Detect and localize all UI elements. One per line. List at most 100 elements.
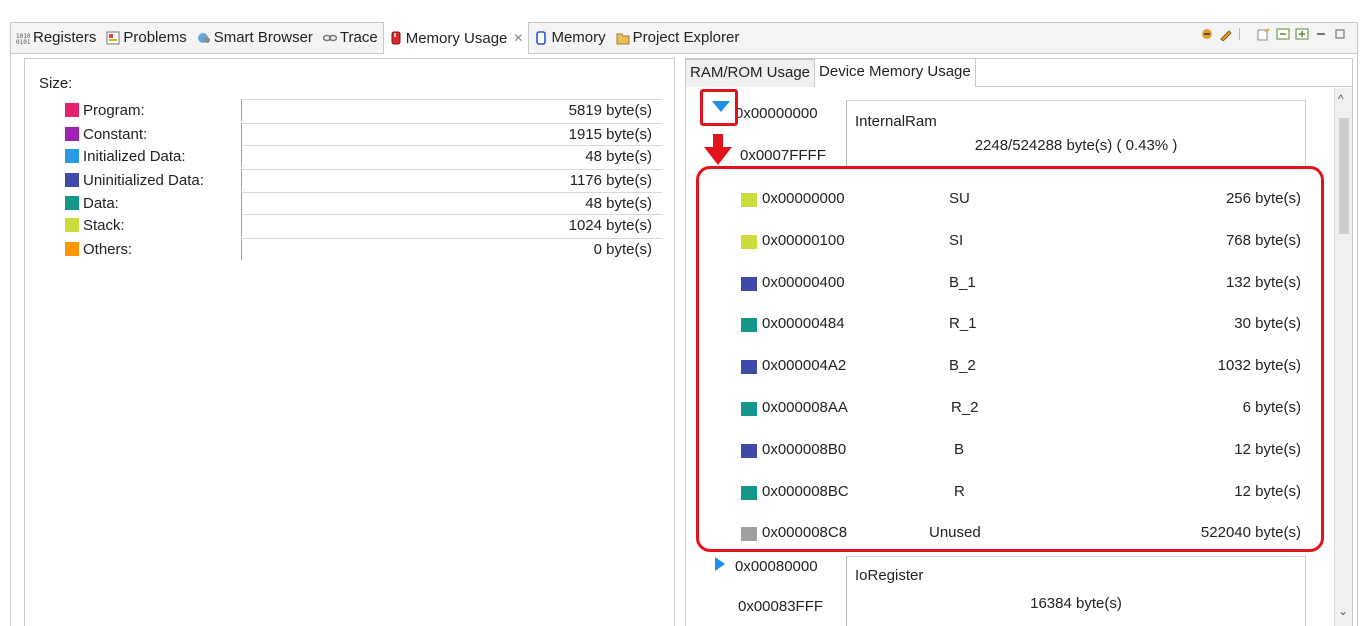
section-row[interactable]: 0x00000484 R_1 30 byte(s) (699, 314, 1321, 338)
section-row[interactable]: 0x000008B0 B 12 byte(s) (699, 440, 1321, 464)
tab-ram-rom-usage[interactable]: RAM/ROM Usage (686, 59, 816, 87)
section-row[interactable]: 0x000008C8 Unused 522040 byte(s) (699, 523, 1321, 547)
annotation-highlight-box (700, 89, 738, 126)
color-swatch (741, 318, 757, 333)
size-value: 1915 byte(s) (569, 126, 652, 143)
color-swatch (65, 242, 79, 256)
color-swatch (65, 218, 79, 232)
size-row-label: Constant: (83, 125, 148, 143)
section-row[interactable]: 0x00000000 SU 256 byte(s) (699, 189, 1321, 213)
section-size: 12 byte(s) (1234, 482, 1301, 500)
collapsed-toggle-icon[interactable] (712, 556, 728, 572)
region-start-address: 0x00000000 (735, 105, 818, 122)
section-row[interactable]: 0x00000100 SI 768 byte(s) (699, 231, 1321, 255)
size-row: Initialized Data: (65, 145, 186, 167)
tab-label: Memory Usage (405, 29, 508, 47)
color-swatch (741, 360, 757, 375)
section-size: 256 byte(s) (1225, 190, 1301, 207)
close-icon[interactable]: ✕ (513, 31, 523, 45)
tab-project-explorer[interactable]: Project Explorer (611, 22, 745, 53)
size-row-label: Stack: (83, 216, 125, 234)
region-end-address: 0x0007FFFF (740, 147, 826, 164)
view-tab-bar: 1010 0101 Registers Problems Smart Browse… (10, 22, 1358, 54)
view-toolbar (1200, 27, 1347, 42)
size-unit: byte(s) (606, 102, 652, 119)
section-size: 12 byte(s) (1234, 440, 1301, 458)
tab-label: Registers (33, 29, 97, 46)
color-swatch (65, 127, 79, 141)
project-explorer-icon (616, 31, 630, 45)
size-row-label: Program: (83, 101, 145, 119)
section-name: R (954, 482, 965, 500)
maximize-icon[interactable] (1333, 27, 1347, 41)
section-name: SI (949, 231, 964, 249)
size-value: 0 byte(s) (594, 241, 652, 258)
tab-memory[interactable]: Memory (529, 22, 610, 53)
color-swatch (65, 149, 79, 163)
size-row: Program: (65, 99, 145, 121)
section-size: 1032 byte(s) (1217, 357, 1301, 375)
size-row: Uninitialized Data: (65, 169, 204, 191)
region-usage: 16384 byte(s) (1030, 595, 1122, 612)
size-unit: byte(s) (606, 241, 652, 258)
size-title: Size: (39, 75, 73, 92)
region-box[interactable]: IoRegister 16384 byte(s) (846, 556, 1306, 626)
color-swatch (741, 402, 757, 416)
section-name: R_2 (951, 399, 979, 416)
tab-label: Project Explorer (632, 29, 740, 46)
scroll-up-icon[interactable]: ^ (1338, 92, 1344, 106)
section-name: B_2 (949, 357, 976, 375)
scroll-down-icon[interactable]: ⌄ (1338, 604, 1348, 618)
section-row[interactable]: 0x000008BC R 12 byte(s) (699, 482, 1321, 506)
size-value-box: 1024 byte(s) (241, 214, 662, 236)
size-value: 5819 byte(s) (569, 102, 652, 119)
tab-smart-browser[interactable]: Smart Browser (192, 22, 318, 53)
tab-problems[interactable]: Problems (101, 22, 191, 53)
edit-icon[interactable] (1219, 27, 1233, 42)
memory-icon (534, 30, 548, 45)
trace-icon (322, 31, 338, 45)
section-row[interactable]: 0x000008AA R_2 6 byte(s) (699, 398, 1321, 422)
section-name: B (954, 440, 965, 458)
tab-memory-usage[interactable]: Memory Usage ✕ (382, 22, 530, 54)
section-row[interactable]: 0x00000400 B_1 132 byte(s) (699, 273, 1321, 297)
svg-text:0101: 0101 (16, 39, 30, 45)
separator-icon (1238, 27, 1252, 41)
color-swatch (65, 196, 79, 210)
refresh-icon[interactable] (1200, 27, 1214, 41)
section-name: Unused (929, 524, 981, 542)
color-swatch (741, 234, 757, 249)
tab-registers[interactable]: 1010 0101 Registers (11, 22, 101, 53)
section-address: 0x000004A2 (762, 357, 847, 375)
section-name: SU (949, 190, 970, 207)
section-address: 0x00000000 (762, 190, 845, 207)
size-unit: byte(s) (606, 217, 652, 234)
region-name: InternalRam (855, 113, 937, 130)
size-value-box: 1176 byte(s) (241, 169, 662, 191)
size-row-label: Data: (83, 194, 119, 212)
size-value: 48 byte(s) (585, 195, 652, 212)
vertical-scrollbar[interactable]: ^ ⌄ (1334, 88, 1352, 626)
section-detail-list: 0x00000000 SU 256 byte(s) 0x00000100 SI 768 b… (696, 166, 1324, 552)
size-row-label: Initialized Data: (83, 147, 186, 165)
size-value-box: 48 byte(s) (241, 145, 662, 167)
tab-trace[interactable]: Trace (318, 22, 383, 53)
tab-label: Smart Browser (213, 29, 313, 46)
section-size: 30 byte(s) (1234, 315, 1301, 333)
collapse-icon[interactable] (1276, 27, 1290, 41)
tab-device-memory-usage[interactable]: Device Memory Usage (815, 59, 976, 87)
size-value-box: 0 byte(s) (241, 238, 662, 260)
export-icon[interactable] (1257, 27, 1271, 41)
memory-usage-icon (389, 31, 403, 45)
usage-tabs: RAM/ROM Usage Device Memory Usage (686, 59, 1352, 87)
size-row-label: Others: (83, 240, 133, 258)
color-swatch (741, 527, 757, 542)
scroll-thumb[interactable] (1339, 118, 1349, 234)
size-row: Stack: (65, 214, 125, 236)
minimize-icon[interactable] (1314, 27, 1328, 41)
expand-icon[interactable] (1295, 27, 1309, 41)
region-box[interactable]: InternalRam 2248/524288 byte(s) ( 0.43% … (846, 100, 1306, 166)
section-row[interactable]: 0x000004A2 B_2 1032 byte(s) (699, 356, 1321, 380)
size-number: 1176 (569, 172, 602, 189)
smart-browser-icon (197, 31, 211, 45)
